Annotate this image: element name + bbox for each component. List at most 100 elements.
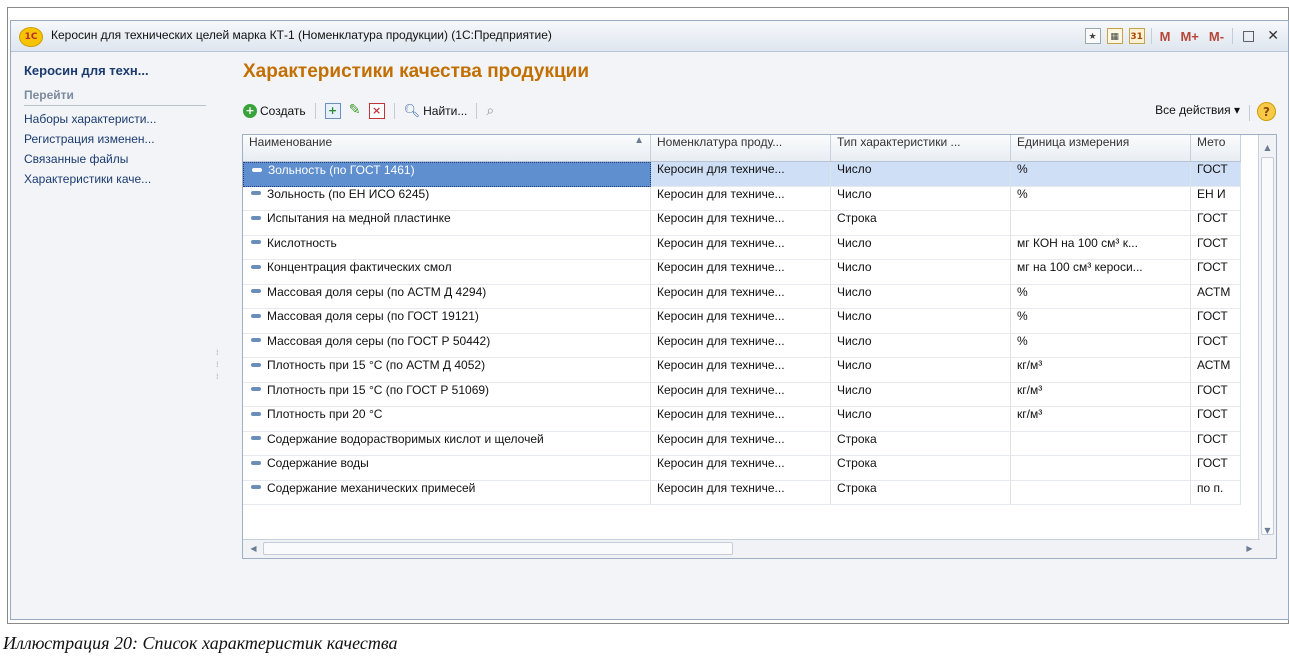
table-row[interactable]: Концентрация фактических смол Керосин для… <box>243 260 1241 285</box>
cell-name[interactable]: Кислотность <box>243 235 651 260</box>
cell-nomenclature[interactable]: Керосин для техниче... <box>651 333 831 358</box>
cell-name[interactable]: Содержание водорастворимых кислот и щело… <box>243 431 651 456</box>
cell-method[interactable]: ГОСТ <box>1191 211 1241 236</box>
cell-method[interactable]: ГОСТ <box>1191 333 1241 358</box>
column-header-method[interactable]: Мето <box>1191 135 1241 161</box>
cell-name[interactable]: Концентрация фактических смол <box>243 260 651 285</box>
cell-type[interactable]: Число <box>831 162 1011 187</box>
cancel-search-icon[interactable]: ⌕ <box>486 103 494 119</box>
cell-name[interactable]: Плотность при 15 °С (по АСТМ Д 4052) <box>243 358 651 383</box>
scroll-right-icon[interactable]: ▶ <box>1241 540 1258 558</box>
scroll-thumb[interactable] <box>1261 157 1274 535</box>
cell-nomenclature[interactable]: Керосин для техниче... <box>651 358 831 383</box>
cell-name[interactable]: Содержание воды <box>243 456 651 481</box>
cell-nomenclature[interactable]: Керосин для техниче... <box>651 235 831 260</box>
cell-name[interactable]: Массовая доля серы (по ГОСТ 19121) <box>243 309 651 334</box>
cell-nomenclature[interactable]: Керосин для техниче... <box>651 407 831 432</box>
cell-type[interactable]: Число <box>831 333 1011 358</box>
cell-unit[interactable]: % <box>1011 333 1191 358</box>
cell-method[interactable]: АСТМ <box>1191 284 1241 309</box>
cell-type[interactable]: Число <box>831 235 1011 260</box>
table-row[interactable]: Содержание механических примесей Керосин … <box>243 480 1241 505</box>
cell-unit[interactable]: % <box>1011 284 1191 309</box>
edit-pencil-icon[interactable]: ✎ <box>347 103 363 119</box>
cell-unit[interactable]: % <box>1011 186 1191 211</box>
cell-type[interactable]: Строка <box>831 456 1011 481</box>
cell-type[interactable]: Число <box>831 186 1011 211</box>
cell-type[interactable]: Строка <box>831 431 1011 456</box>
copy-icon[interactable]: + <box>324 103 341 119</box>
help-icon[interactable]: ? <box>1257 102 1276 121</box>
cell-name[interactable]: Испытания на медной пластинке <box>243 211 651 236</box>
cell-unit[interactable]: % <box>1011 162 1191 187</box>
scroll-left-icon[interactable]: ◀ <box>245 540 262 558</box>
cell-nomenclature[interactable]: Керосин для техниче... <box>651 456 831 481</box>
restore-icon[interactable]: □ <box>1239 28 1258 44</box>
table-row[interactable]: Плотность при 15 °С (по АСТМ Д 4052) Керо… <box>243 358 1241 383</box>
cell-type[interactable]: Строка <box>831 211 1011 236</box>
memory-minus-button[interactable]: M- <box>1207 29 1226 44</box>
cell-name[interactable]: Массовая доля серы (по ГОСТ Р 50442) <box>243 333 651 358</box>
cell-method[interactable]: ГОСТ <box>1191 235 1241 260</box>
cell-method[interactable]: ГОСТ <box>1191 309 1241 334</box>
table-row[interactable]: Содержание воды Керосин для техниче... Стр… <box>243 456 1241 481</box>
memory-m-button[interactable]: M <box>1158 29 1173 44</box>
sidebar-link-quality[interactable]: Характеристики каче... <box>24 169 156 189</box>
cell-type[interactable]: Число <box>831 284 1011 309</box>
column-header-unit[interactable]: Единица измерения <box>1011 135 1191 161</box>
cell-unit[interactable]: мг на 100 см³ кероси... <box>1011 260 1191 285</box>
scroll-down-icon[interactable]: ▼ <box>1259 522 1276 539</box>
find-button[interactable]: 🔍︎ Найти... <box>404 103 468 119</box>
cell-method[interactable]: ГОСТ <box>1191 431 1241 456</box>
cell-nomenclature[interactable]: Керосин для техниче... <box>651 211 831 236</box>
cell-name[interactable]: Плотность при 20 °С <box>243 407 651 432</box>
cell-nomenclature[interactable]: Керосин для техниче... <box>651 162 831 187</box>
sidebar-link-sets[interactable]: Наборы характеристи... <box>24 109 156 129</box>
sidebar-link-registration[interactable]: Регистрация изменен... <box>24 129 156 149</box>
delete-icon[interactable]: × <box>368 103 385 119</box>
table-row[interactable]: Массовая доля серы (по АСТМ Д 4294) Керос… <box>243 284 1241 309</box>
table-row[interactable]: Массовая доля серы (по ГОСТ 19121) Кероси… <box>243 309 1241 334</box>
cell-method[interactable]: АСТМ <box>1191 358 1241 383</box>
cell-name[interactable]: Зольность (по ГОСТ 1461) <box>243 162 651 187</box>
favorite-icon[interactable]: ★ <box>1084 28 1101 44</box>
cell-type[interactable]: Строка <box>831 480 1011 505</box>
cell-type[interactable]: Число <box>831 382 1011 407</box>
column-header-name[interactable]: Наименование ▲ <box>243 135 651 161</box>
memory-plus-button[interactable]: M+ <box>1178 29 1200 44</box>
column-header-nomenclature[interactable]: Номенклатура проду... <box>651 135 831 161</box>
cell-nomenclature[interactable]: Керосин для техниче... <box>651 260 831 285</box>
cell-unit[interactable] <box>1011 456 1191 481</box>
all-actions-menu[interactable]: Все действия ▾ <box>1155 103 1240 117</box>
cell-method[interactable]: по п. <box>1191 480 1241 505</box>
cell-type[interactable]: Число <box>831 358 1011 383</box>
cell-method[interactable]: ГОСТ <box>1191 382 1241 407</box>
cell-unit[interactable]: мг КОН на 100 см³ к... <box>1011 235 1191 260</box>
cell-name[interactable]: Массовая доля серы (по АСТМ Д 4294) <box>243 284 651 309</box>
cell-nomenclature[interactable]: Керосин для техниче... <box>651 186 831 211</box>
table-row[interactable]: Массовая доля серы (по ГОСТ Р 50442) Керо… <box>243 333 1241 358</box>
cell-name[interactable]: Зольность (по ЕН ИСО 6245) <box>243 186 651 211</box>
cell-unit[interactable] <box>1011 480 1191 505</box>
cell-method[interactable]: ГОСТ <box>1191 260 1241 285</box>
scroll-thumb-horizontal[interactable] <box>263 542 733 555</box>
column-header-type[interactable]: Тип характеристики ... <box>831 135 1011 161</box>
cell-unit[interactable]: % <box>1011 309 1191 334</box>
cell-unit[interactable]: кг/м³ <box>1011 382 1191 407</box>
cell-name[interactable]: Плотность при 15 °С (по ГОСТ Р 51069) <box>243 382 651 407</box>
cell-type[interactable]: Число <box>831 260 1011 285</box>
cell-name[interactable]: Содержание механических примесей <box>243 480 651 505</box>
sidebar-link-files[interactable]: Связанные файлы <box>24 149 156 169</box>
cell-type[interactable]: Число <box>831 407 1011 432</box>
table-row[interactable]: Плотность при 15 °С (по ГОСТ Р 51069) Кер… <box>243 382 1241 407</box>
cell-unit[interactable] <box>1011 211 1191 236</box>
table-row[interactable]: Содержание водорастворимых кислот и щело… <box>243 431 1241 456</box>
cell-nomenclature[interactable]: Керосин для техниче... <box>651 284 831 309</box>
calendar-icon[interactable]: 31 <box>1128 28 1145 44</box>
scroll-up-icon[interactable]: ▲ <box>1259 139 1276 156</box>
table-row[interactable]: Кислотность Керосин для техниче... Число мг… <box>243 235 1241 260</box>
table-row[interactable]: Испытания на медной пластинке Керосин для… <box>243 211 1241 236</box>
cell-unit[interactable] <box>1011 431 1191 456</box>
vertical-scrollbar[interactable]: ▲ ▼ <box>1258 135 1276 558</box>
cell-method[interactable]: ЕН И <box>1191 186 1241 211</box>
